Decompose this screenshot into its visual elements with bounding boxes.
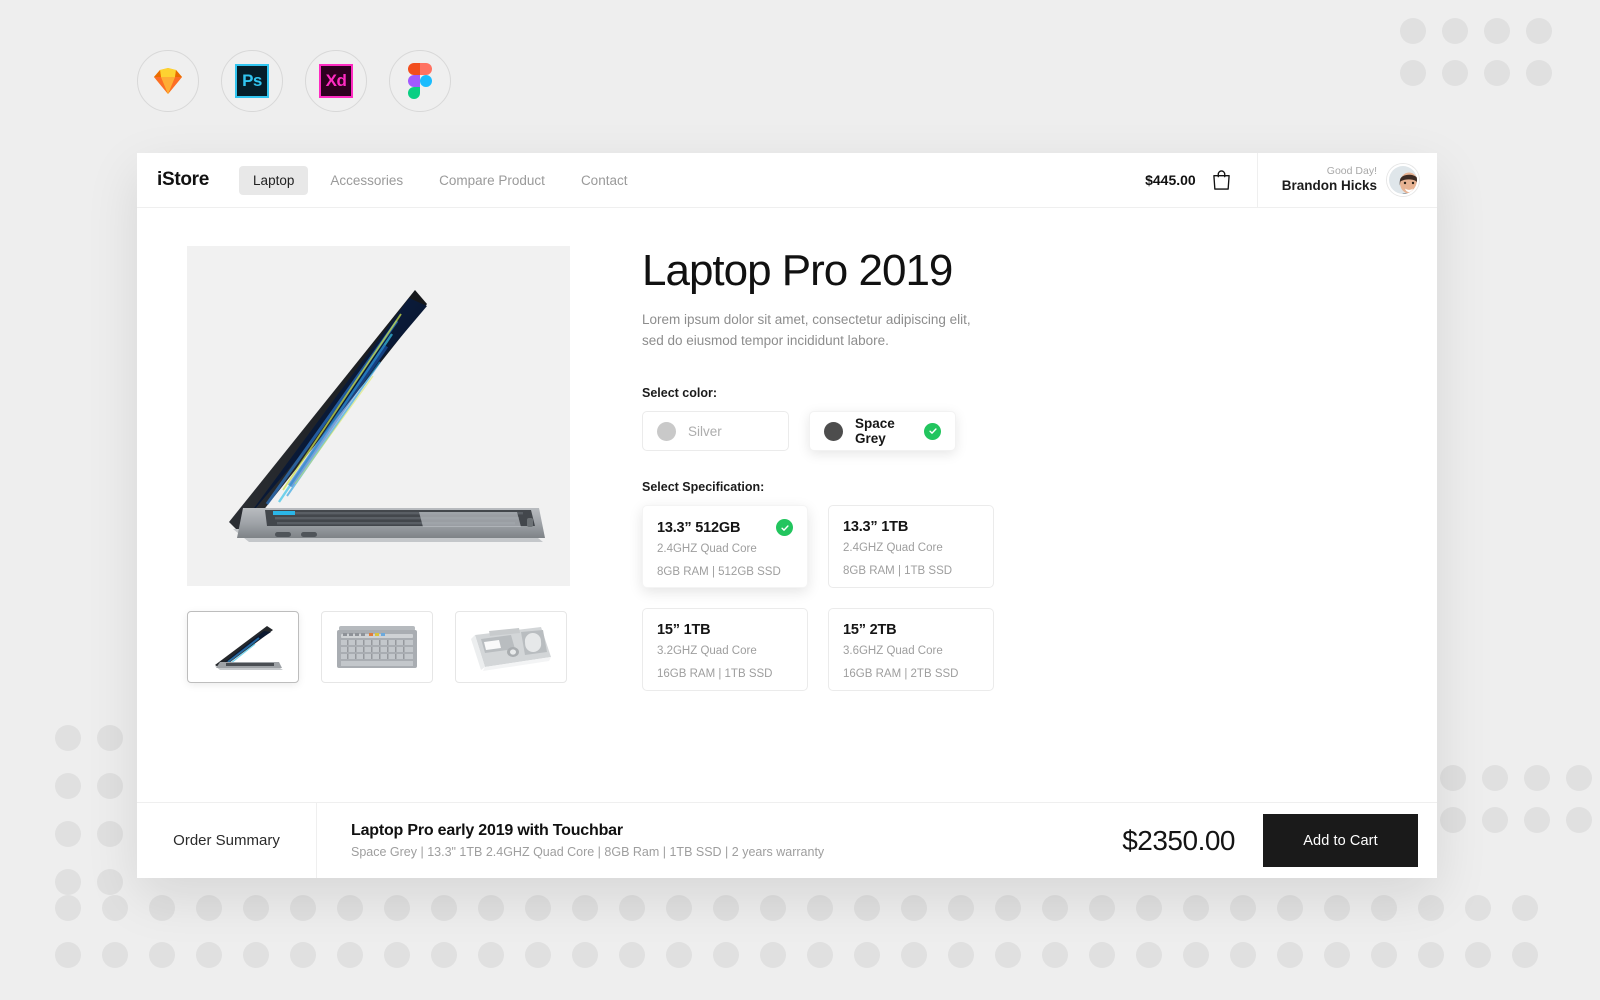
silver-swatch-icon — [657, 421, 676, 441]
spec-title: 13.3” 1TB — [843, 519, 909, 536]
product-gallery — [187, 246, 570, 691]
thumbnail-laptop-keyboard[interactable] — [321, 611, 433, 683]
spec-cpu: 3.6GHZ Quad Core — [843, 645, 943, 658]
spec-header: 15” 2TB — [843, 622, 979, 638]
nav-links: Laptop Accessories Compare Product Conta… — [239, 165, 642, 195]
photoshop-icon[interactable]: Ps — [221, 50, 283, 112]
color-option-silver[interactable]: Silver — [642, 411, 789, 452]
user-text: Good Day! Brandon Hicks — [1282, 165, 1377, 195]
color-option-label: Space Grey — [855, 416, 895, 447]
color-option-space-grey[interactable]: Space Grey — [809, 411, 956, 452]
select-specification-label: Select Specification: — [642, 480, 765, 495]
laptop-side-view-illustration — [187, 246, 570, 586]
order-summary-bar: Order Summary Laptop Pro early 2019 with… — [137, 802, 1437, 878]
spec-header: 13.3” 1TB — [843, 519, 979, 535]
check-circle-icon — [924, 422, 941, 440]
add-to-cart-button[interactable]: Add to Cart — [1263, 814, 1418, 867]
order-summary-label: Order Summary — [137, 803, 317, 878]
spec-option-15-2tb[interactable]: 15” 2TB 3.6GHZ Quad Core 16GB RAM | 2TB … — [828, 608, 994, 692]
spec-memory: 16GB RAM | 1TB SSD — [657, 667, 773, 680]
spec-cpu: 2.4GHZ Quad Core — [657, 543, 757, 556]
decorative-dots-middle-right — [1440, 765, 1600, 849]
select-color-label: Select color: — [642, 386, 718, 401]
nav-item-compare-product[interactable]: Compare Product — [425, 166, 559, 195]
specification-options: 13.3” 512GB 2.4GHZ Quad Core 8GB RAM | 5… — [642, 505, 994, 692]
decorative-dots-bottom-left — [55, 725, 139, 917]
product-detail-content: Laptop Pro 2019 Lorem ipsum dolor sit am… — [137, 208, 1437, 692]
nav-right-section: $445.00 Good Day! Brandon Hicks — [1145, 153, 1437, 207]
spec-cpu: 3.2GHZ Quad Core — [657, 645, 757, 658]
photoshop-label: Ps — [235, 64, 269, 98]
avatar[interactable] — [1387, 164, 1419, 196]
order-summary-actions: $2350.00 Add to Cart — [1122, 814, 1437, 867]
nav-item-contact[interactable]: Contact — [567, 166, 642, 195]
order-summary-details: Laptop Pro early 2019 with Touchbar Spac… — [317, 822, 824, 859]
sketch-icon[interactable] — [137, 50, 199, 112]
space-grey-swatch-icon — [824, 421, 843, 441]
decorative-dots-top-right — [1400, 18, 1568, 102]
store-window: iStore Laptop Accessories Compare Produc… — [137, 153, 1437, 878]
spec-cpu: 2.4GHZ Quad Core — [843, 542, 943, 555]
spec-memory: 8GB RAM | 512GB SSD — [657, 565, 781, 578]
spec-option-13-1tb[interactable]: 13.3” 1TB 2.4GHZ Quad Core 8GB RAM | 1TB… — [828, 505, 994, 589]
nav-item-laptop[interactable]: Laptop — [239, 165, 309, 195]
shopping-bag-icon[interactable] — [1212, 169, 1231, 191]
order-total-price: $2350.00 — [1122, 824, 1235, 856]
cart-widget[interactable]: $445.00 — [1145, 169, 1257, 191]
design-tool-icon-row: Ps Xd — [137, 50, 451, 112]
figma-icon[interactable] — [389, 50, 451, 112]
product-info: Laptop Pro 2019 Lorem ipsum dolor sit am… — [642, 246, 994, 692]
spec-option-13-512gb[interactable]: 13.3” 512GB 2.4GHZ Quad Core 8GB RAM | 5… — [642, 505, 808, 589]
brand-logo[interactable]: iStore — [157, 169, 209, 191]
nav-item-accessories[interactable]: Accessories — [316, 166, 417, 195]
order-item-specs: Space Grey | 13.3" 1TB 2.4GHZ Quad Core … — [351, 845, 825, 859]
color-options: Silver Space Grey — [642, 411, 994, 452]
gallery-thumbnails — [187, 611, 570, 683]
adobe-xd-label: Xd — [319, 64, 353, 98]
spec-memory: 8GB RAM | 1TB SSD — [843, 564, 953, 577]
top-navigation-bar: iStore Laptop Accessories Compare Produc… — [137, 153, 1437, 208]
product-hero-image — [187, 246, 570, 586]
adobe-xd-icon[interactable]: Xd — [305, 50, 367, 112]
color-selector: Select color: Silver Space Grey — [642, 386, 994, 452]
spec-option-15-1tb[interactable]: 15” 1TB 3.2GHZ Quad Core 16GB RAM | 1TB … — [642, 608, 808, 692]
greeting-text: Good Day! — [1326, 165, 1377, 177]
thumbnail-packaging-tray[interactable] — [455, 611, 567, 683]
spec-title: 15” 2TB — [843, 622, 897, 639]
user-account-widget[interactable]: Good Day! Brandon Hicks — [1256, 153, 1437, 207]
spec-memory: 16GB RAM | 2TB SSD — [843, 667, 959, 680]
color-option-label: Silver — [688, 423, 722, 439]
specification-selector: Select Specification: 13.3” 512GB 2.4GHZ… — [642, 480, 994, 692]
spec-title: 13.3” 512GB — [657, 519, 741, 536]
spec-header: 13.3” 512GB — [657, 519, 793, 537]
page-title: Laptop Pro 2019 — [642, 246, 953, 295]
order-item-title: Laptop Pro early 2019 with Touchbar — [351, 822, 623, 839]
cart-amount: $445.00 — [1145, 172, 1196, 188]
decorative-dots-bottom — [55, 895, 1559, 989]
product-description: Lorem ipsum dolor sit amet, consectetur … — [642, 312, 971, 349]
thumbnail-laptop-side-view[interactable] — [187, 611, 299, 683]
spec-header: 15” 1TB — [657, 622, 793, 638]
check-circle-icon — [776, 519, 793, 537]
spec-title: 15” 1TB — [657, 622, 711, 639]
user-name: Brandon Hicks — [1281, 178, 1377, 194]
